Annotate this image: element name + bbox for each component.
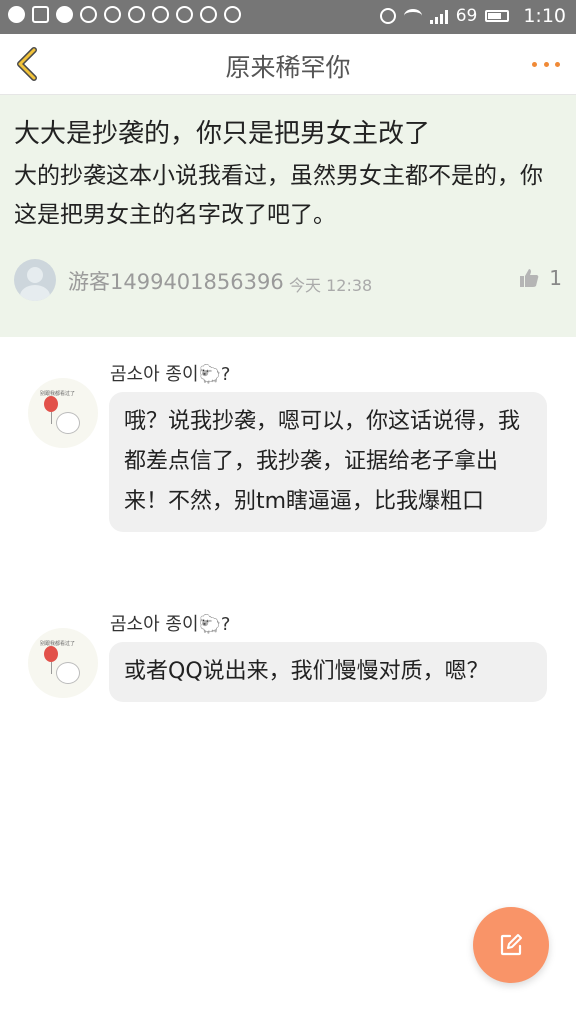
heart-icon bbox=[200, 6, 217, 23]
avatar[interactable] bbox=[14, 259, 56, 301]
avatar[interactable]: 别跟我都看过了 bbox=[28, 378, 98, 448]
post-timestamp: 今天 12:38 bbox=[289, 276, 373, 295]
thumbs-up-icon bbox=[520, 269, 539, 287]
battery-icon bbox=[485, 10, 510, 22]
reply-bubble: 或者QQ说出来，我们慢慢对质，嗯？ bbox=[109, 642, 547, 702]
snapchat-icon bbox=[8, 6, 25, 23]
system-status: 69 1:10 bbox=[379, 5, 566, 27]
more-button[interactable] bbox=[532, 54, 560, 74]
battery-fill bbox=[488, 13, 501, 19]
qq-icon bbox=[128, 6, 145, 23]
original-post: 大大是抄袭的，你只是把男女主改了 大的抄袭这本小说我看过，虽然男女主都不是的，你… bbox=[0, 95, 576, 337]
notification-icons bbox=[8, 6, 241, 23]
message-icon bbox=[32, 6, 49, 23]
reply-author[interactable]: 곰소아 종이🐑? bbox=[110, 360, 231, 386]
reply-bubble: 哦？说我抄袭，嗯可以，你这话说得，我都差点信了，我抄袭，证据给老子拿出来！不然，… bbox=[109, 392, 547, 532]
page-title: 原来稀罕你 bbox=[225, 53, 351, 82]
cloud-icon bbox=[152, 6, 169, 23]
reply-author[interactable]: 곰소아 종이🐑? bbox=[110, 610, 231, 636]
like-count: 1 bbox=[549, 266, 562, 290]
upload-icon bbox=[56, 6, 73, 23]
post-author[interactable]: 游客1499401856396 bbox=[68, 266, 284, 296]
battery-percent: 69 bbox=[455, 6, 478, 26]
nav-header: 原来稀罕你 bbox=[0, 34, 576, 95]
compose-button[interactable] bbox=[473, 907, 549, 983]
more-apps-icon bbox=[224, 6, 241, 23]
chat-bubble-icon bbox=[176, 6, 193, 23]
status-bar: 69 1:10 bbox=[0, 0, 576, 34]
post-body: 大的抄袭这本小说我看过，虽然男女主都不是的，你这是把男女主的名字改了吧了。 bbox=[14, 163, 543, 228]
avatar[interactable]: 别跟我都看过了 bbox=[28, 628, 98, 698]
weibo-icon bbox=[104, 6, 121, 23]
compose-icon bbox=[500, 934, 522, 956]
post-title: 大大是抄袭的，你只是把男女主改了 bbox=[14, 119, 431, 149]
clock: 1:10 bbox=[523, 5, 566, 27]
signal-icon bbox=[429, 9, 448, 24]
wifi-icon bbox=[403, 9, 422, 23]
sync-icon bbox=[80, 6, 97, 23]
alarm-icon bbox=[379, 8, 396, 24]
more-dots-icon bbox=[532, 61, 537, 67]
like-button[interactable]: 1 bbox=[519, 266, 562, 290]
